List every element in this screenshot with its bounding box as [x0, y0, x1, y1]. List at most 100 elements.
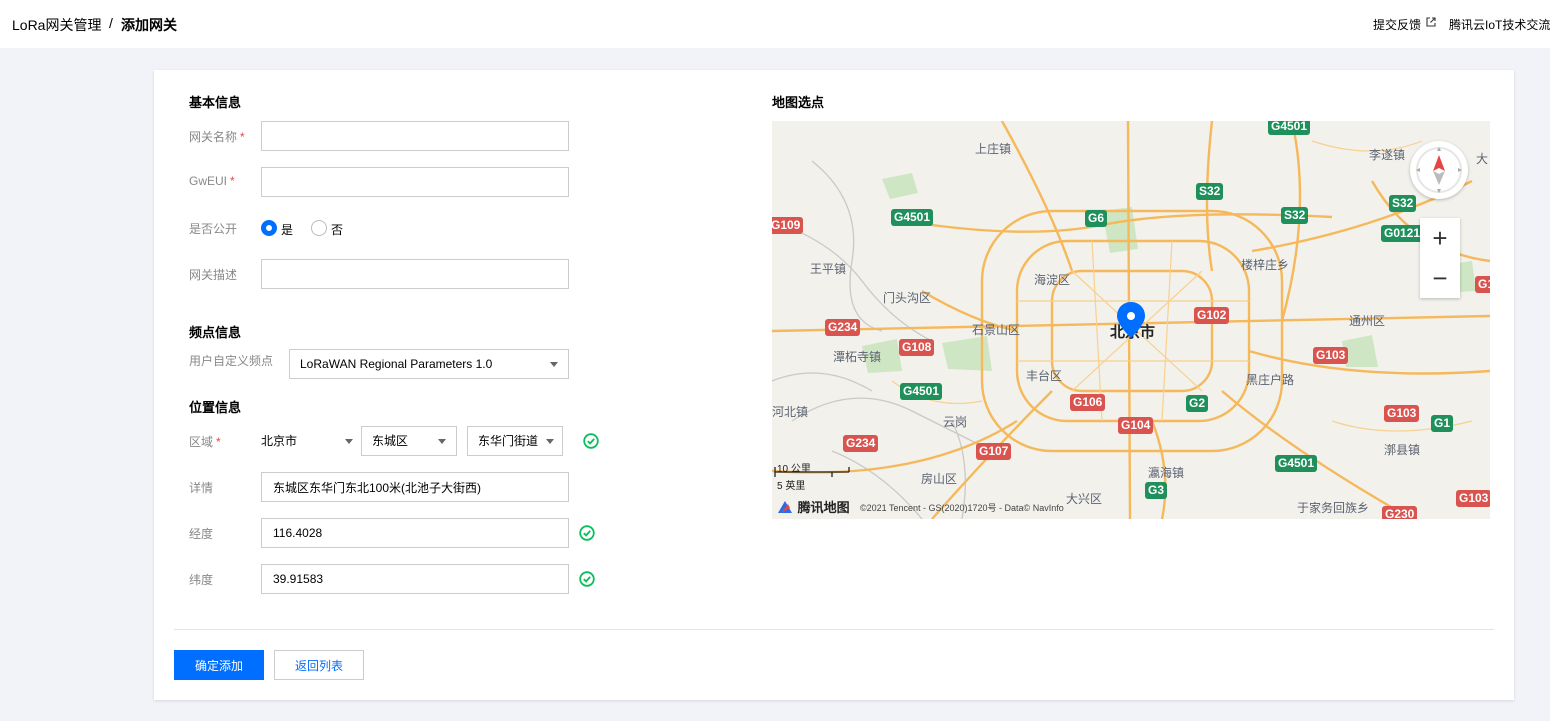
map-title: 地图选点: [772, 95, 825, 110]
map-place-label: 黑庄户路: [1246, 373, 1295, 387]
zoom-out-button[interactable]: −: [1420, 258, 1460, 298]
tencent-map-logo-icon: [778, 501, 792, 513]
map-place-label: 于家务回族乡: [1297, 501, 1370, 515]
map-place-label: 楼梓庄乡: [1241, 258, 1290, 272]
map-logo: 腾讯地图: [776, 497, 850, 516]
back-to-list-button[interactable]: 返回列表: [274, 650, 364, 680]
highway-shield: G230: [1382, 506, 1418, 519]
city-select-value: 北京市: [261, 434, 298, 448]
public-yes-radio[interactable]: [261, 220, 277, 236]
highway-shield: G108: [899, 339, 935, 356]
gateway-desc-input[interactable]: [261, 259, 569, 289]
detail-input[interactable]: [261, 472, 569, 502]
public-yes-label[interactable]: 是: [281, 221, 293, 238]
page-title: 添加网关: [121, 17, 177, 33]
highway-shield: G103: [1456, 490, 1490, 507]
highway-shield: G1: [1431, 415, 1454, 432]
map-place-label: 漷县镇: [1384, 443, 1421, 457]
map-canvas[interactable]: G4501 G109 G4501 G6 S32 S32 S32 G0121 G1…: [772, 121, 1490, 519]
freq-select[interactable]: LoRaWAN Regional Parameters 1.0: [289, 349, 569, 379]
external-link-icon[interactable]: [1426, 17, 1436, 27]
public-no-label[interactable]: 否: [331, 221, 343, 238]
map-place-label: 上庄镇: [975, 142, 1012, 156]
scale-imperial: 5 英里: [777, 481, 806, 492]
is-public-label: 是否公开: [189, 222, 238, 236]
gweui-input[interactable]: [261, 167, 569, 197]
map-place-label: 云岗: [943, 415, 968, 429]
zoom-in-button[interactable]: +: [1420, 218, 1460, 258]
longitude-input[interactable]: [261, 518, 569, 548]
chevron-down-icon: [546, 439, 554, 444]
check-circle-icon: [579, 571, 595, 587]
gateway-name-label: 网关名称 *: [189, 130, 245, 144]
highway-shield: G6: [1085, 210, 1108, 227]
compass-icon: [1416, 147, 1462, 193]
highway-shield: G4501: [1275, 455, 1318, 472]
city-select[interactable]: 北京市: [261, 426, 356, 456]
district-select-value: 东城区: [372, 434, 409, 448]
community-link[interactable]: 腾讯云IoT技术交流: [1449, 16, 1550, 33]
chevron-down-icon: [550, 362, 558, 367]
check-circle-icon: [579, 525, 595, 541]
highway-shield: G106: [1070, 394, 1106, 411]
highway-shield: G2: [1186, 395, 1209, 412]
gweui-label: GwEUI *: [189, 174, 235, 188]
map-place-label: 门头沟区: [883, 291, 932, 305]
highway-shield: G102: [1194, 307, 1230, 324]
public-no-radio[interactable]: [311, 220, 327, 236]
highway-shield: G104: [1118, 417, 1154, 434]
map-place-label: 王平镇: [810, 262, 847, 276]
gateway-desc-label: 网关描述: [189, 268, 238, 282]
map-place-label: 大兴区: [1066, 492, 1103, 506]
map-logo-text: 腾讯地图: [797, 500, 850, 515]
highway-shield: G103: [1384, 405, 1420, 422]
map-place-label: 潭柘寺镇: [833, 350, 882, 364]
latitude-label: 纬度: [189, 573, 214, 587]
map-copyright: ©2021 Tencent - GS(2020)1720号 - Data© Na…: [860, 503, 1064, 513]
zoom-control: + −: [1420, 218, 1460, 298]
street-select-value: 东华门街道: [478, 434, 539, 448]
feedback-link[interactable]: 提交反馈: [1373, 16, 1421, 33]
gateway-name-input[interactable]: [261, 121, 569, 151]
latitude-input[interactable]: [261, 564, 569, 594]
map-place-label: 石景山区: [972, 323, 1021, 337]
highway-shield: G0121: [1381, 225, 1424, 242]
highway-shield: S32: [1281, 207, 1309, 224]
location-pin-icon[interactable]: [1116, 301, 1146, 339]
highway-shield: G109: [772, 217, 804, 234]
street-select[interactable]: 东华门街道: [467, 426, 563, 456]
detail-label: 详情: [189, 481, 214, 495]
highway-shield: G107: [976, 443, 1012, 460]
map-place-label: 大: [1476, 152, 1489, 166]
highway-shield: G4501: [1268, 121, 1311, 135]
compass-control[interactable]: [1410, 141, 1468, 199]
map-place-label: 河北镇: [772, 405, 809, 419]
chevron-down-icon: [345, 439, 353, 444]
custom-freq-label: 用户自定义频点: [189, 354, 274, 368]
highway-shield: G234: [825, 319, 861, 336]
chevron-down-icon: [438, 439, 446, 444]
freq-info-title: 频点信息: [189, 325, 242, 340]
freq-select-value: LoRaWAN Regional Parameters 1.0: [300, 357, 493, 371]
check-circle-icon: [583, 433, 599, 449]
confirm-add-button[interactable]: 确定添加: [174, 650, 264, 680]
district-select[interactable]: 东城区: [361, 426, 457, 456]
region-label: 区域 *: [189, 435, 221, 449]
top-bar: LoRa网关管理 / 添加网关 提交反馈 腾讯云IoT技术交流: [0, 0, 1550, 48]
location-info-title: 位置信息: [189, 400, 242, 415]
highway-shield: S32: [1196, 183, 1224, 200]
breadcrumb-parent[interactable]: LoRa网关管理: [12, 15, 101, 35]
basic-info-title: 基本信息: [189, 95, 242, 110]
map-place-label: 房山区: [921, 472, 958, 486]
highway-shield: G3: [1145, 482, 1168, 499]
map-place-label: 李遂镇: [1369, 148, 1406, 162]
highway-shield: G1: [1475, 276, 1490, 293]
map-place-label: 通州区: [1349, 314, 1386, 328]
highway-shield: G103: [1313, 347, 1349, 364]
form-card: 基本信息 网关名称 * GwEUI * 是否公开 是 否 网关描述 频点信息 用户自…: [154, 70, 1514, 700]
map-place-label: 海淀区: [1034, 273, 1071, 287]
highway-shield: G4501: [891, 209, 934, 226]
map-place-label: 丰台区: [1026, 369, 1063, 383]
breadcrumb-separator: /: [109, 15, 113, 31]
longitude-label: 经度: [189, 527, 214, 541]
